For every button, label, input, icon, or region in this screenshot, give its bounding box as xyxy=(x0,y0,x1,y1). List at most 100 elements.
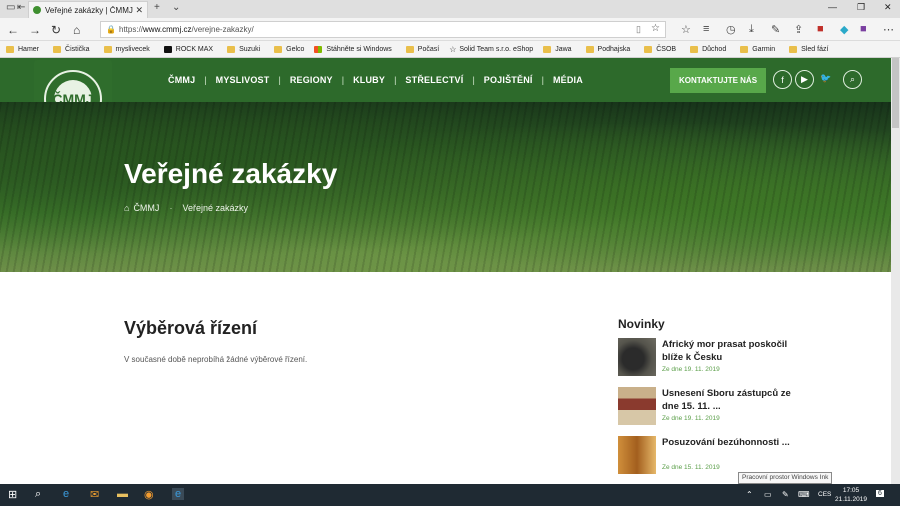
scrollbar-thumb[interactable] xyxy=(892,58,899,128)
folder-icon xyxy=(543,45,552,53)
news-title[interactable]: Posuzování bezúhonnosti ... xyxy=(662,436,797,449)
tab-actions-icon[interactable]: ▭ xyxy=(6,2,15,13)
tray-overflow-chevron-icon[interactable]: ⌃ xyxy=(746,490,753,499)
back-icon[interactable]: ← xyxy=(7,23,19,37)
close-window-icon[interactable]: ✕ xyxy=(884,2,892,13)
bookmark-item[interactable]: Gelco xyxy=(274,45,304,53)
breadcrumb-current: Veřejné zakázky xyxy=(182,203,248,213)
tray-ink-icon[interactable]: ✎ xyxy=(782,490,789,499)
mail-app-icon[interactable]: ✉ xyxy=(90,488,99,501)
bookmark-item[interactable]: Stáhněte si Windows xyxy=(314,45,392,53)
news-title[interactable]: Usnesení Sboru zástupců ze dne 15. 11. .… xyxy=(662,387,797,413)
nav-item-pojisteni[interactable]: POJIŠTĚNÍ xyxy=(484,75,533,85)
tray-monitor-icon[interactable]: ▭ xyxy=(764,490,772,499)
new-tab-button[interactable]: + xyxy=(154,2,160,13)
taskbar-search-icon[interactable]: ⌕ xyxy=(35,488,41,501)
bookmark-item[interactable]: Důchod xyxy=(690,45,726,53)
search-icon[interactable]: ⌕ xyxy=(843,70,862,89)
folder-icon xyxy=(789,45,798,53)
news-date: Ze dne 15. 11. 2019 xyxy=(662,464,720,471)
url-scheme: https:// xyxy=(119,25,144,34)
edge-icon[interactable]: e xyxy=(172,488,185,500)
adblock-extension-icon[interactable]: ■ xyxy=(817,23,824,35)
home-icon[interactable]: ⌂ xyxy=(73,23,80,37)
nav-item-strelectvi[interactable]: STŘELECTVÍ xyxy=(405,75,463,85)
favorites-icon[interactable]: ☆ xyxy=(681,23,691,36)
more-menu-icon[interactable]: ⋯ xyxy=(883,23,894,36)
youtube-icon[interactable]: ▶ xyxy=(795,70,814,89)
news-thumbnail-boar[interactable] xyxy=(618,338,656,376)
history-icon[interactable]: ◷ xyxy=(726,23,736,36)
tray-keyboard-icon[interactable]: ⌨ xyxy=(798,490,810,499)
tab-menu-chevron-icon[interactable]: ⌄ xyxy=(172,2,180,13)
browser-tab[interactable]: Veřejné zakázky | ČMMJ ✕ xyxy=(28,1,148,18)
tab-title: Veřejné zakázky | ČMMJ xyxy=(45,5,133,15)
bookmark-item[interactable]: Suzuki xyxy=(227,45,260,53)
start-windows-icon[interactable]: ⊞ xyxy=(8,488,17,501)
tray-date: 21.11.2019 xyxy=(834,496,868,503)
bookmark-item[interactable]: Garmin xyxy=(740,45,775,53)
nav-separator: | xyxy=(341,75,345,85)
bookmark-item[interactable]: Sled fází xyxy=(789,45,828,53)
news-thumbnail-meeting[interactable] xyxy=(618,387,656,425)
breadcrumb-home[interactable]: ČMMJ xyxy=(133,203,159,213)
news-item[interactable]: Posuzování bezúhonnosti ... Ze dne 15. 1… xyxy=(618,436,798,476)
minimize-icon[interactable]: — xyxy=(828,2,837,12)
url-host: www.cmmj.cz xyxy=(143,25,192,34)
bookmark-item[interactable]: ČSOB xyxy=(644,45,676,53)
reading-list-icon[interactable]: ≡ xyxy=(703,23,709,35)
news-thumbnail-justice[interactable] xyxy=(618,436,656,474)
tray-language[interactable]: CES xyxy=(818,491,831,498)
news-date: Ze dne 19. 11. 2019 xyxy=(662,415,720,422)
avast-icon[interactable]: ◉ xyxy=(144,488,154,501)
refresh-icon[interactable]: ↻ xyxy=(51,23,61,37)
bookmark-item[interactable]: ROCK MAX xyxy=(163,45,213,53)
tray-clock[interactable]: 17:05 21.11.2019 xyxy=(834,486,868,504)
folder-icon xyxy=(585,45,594,53)
maximize-icon[interactable]: ❐ xyxy=(857,2,865,13)
url-input[interactable]: 🔒 https://www.cmmj.cz/verejne-zakazky/ ▯… xyxy=(100,21,666,38)
bookmark-item[interactable]: Hamer xyxy=(6,45,39,53)
nav-separator: | xyxy=(394,75,397,85)
nav-separator: | xyxy=(278,75,281,85)
bookmark-item[interactable]: myslivecek xyxy=(103,45,150,53)
folder-icon xyxy=(740,45,749,53)
back-tabs-icon[interactable]: ⇤ xyxy=(17,2,25,13)
windows-ink-tooltip: Pracovní prostor Windows Ink xyxy=(738,472,833,484)
nav-item-myslivost[interactable]: MYSLIVOST xyxy=(216,75,270,85)
news-item[interactable]: Africký mor prasat poskočil blíže k Česk… xyxy=(618,338,798,378)
news-item[interactable]: Usnesení Sboru zástupců ze dne 15. 11. .… xyxy=(618,387,798,427)
nav-separator: | xyxy=(472,75,475,85)
extension-icon[interactable]: ◆ xyxy=(840,23,848,36)
contact-button[interactable]: KONTAKTUJTE NÁS xyxy=(670,68,766,93)
onenote-extension-icon[interactable]: ■ xyxy=(860,23,867,35)
tab-close-icon[interactable]: ✕ xyxy=(135,5,143,16)
nav-item-kluby[interactable]: KLUBY xyxy=(353,75,385,85)
twitter-icon[interactable]: 🐦 xyxy=(820,73,831,84)
page-scrollbar[interactable] xyxy=(891,58,900,484)
folder-icon xyxy=(690,45,699,53)
downloads-icon[interactable]: ⤓ xyxy=(749,23,754,36)
folder-icon xyxy=(53,45,62,53)
facebook-icon[interactable]: f xyxy=(773,70,792,89)
bookmark-item[interactable]: Počasí xyxy=(405,45,439,53)
notifications-icon[interactable]: 6 xyxy=(876,490,884,497)
bookmark-item[interactable]: ☆ Solid Team s.r.o. eShop xyxy=(449,45,533,54)
nav-item-cmmj[interactable]: ČMMJ xyxy=(168,75,195,85)
ie-icon[interactable]: e xyxy=(63,488,69,500)
home-icon[interactable]: ⌂ xyxy=(124,203,129,213)
nav-item-regiony[interactable]: REGIONY xyxy=(290,75,333,85)
favorite-star-icon[interactable]: ☆ xyxy=(651,23,660,34)
share-icon[interactable]: ⇪ xyxy=(794,23,803,36)
bookmark-item[interactable]: Podhajska xyxy=(585,45,630,53)
nav-item-media[interactable]: MÉDIA xyxy=(553,75,583,85)
reading-view-icon[interactable]: ▯ xyxy=(636,24,641,35)
forward-icon[interactable]: → xyxy=(29,23,41,37)
folder-icon xyxy=(6,45,14,53)
file-explorer-icon[interactable]: ▬ xyxy=(117,488,128,500)
news-title[interactable]: Africký mor prasat poskočil blíže k Česk… xyxy=(662,338,797,364)
folder-icon xyxy=(405,45,414,53)
bookmark-item[interactable]: Čistička xyxy=(53,45,90,53)
bookmark-item[interactable]: Jawa xyxy=(543,45,572,53)
notes-icon[interactable]: ✎ xyxy=(771,23,780,36)
